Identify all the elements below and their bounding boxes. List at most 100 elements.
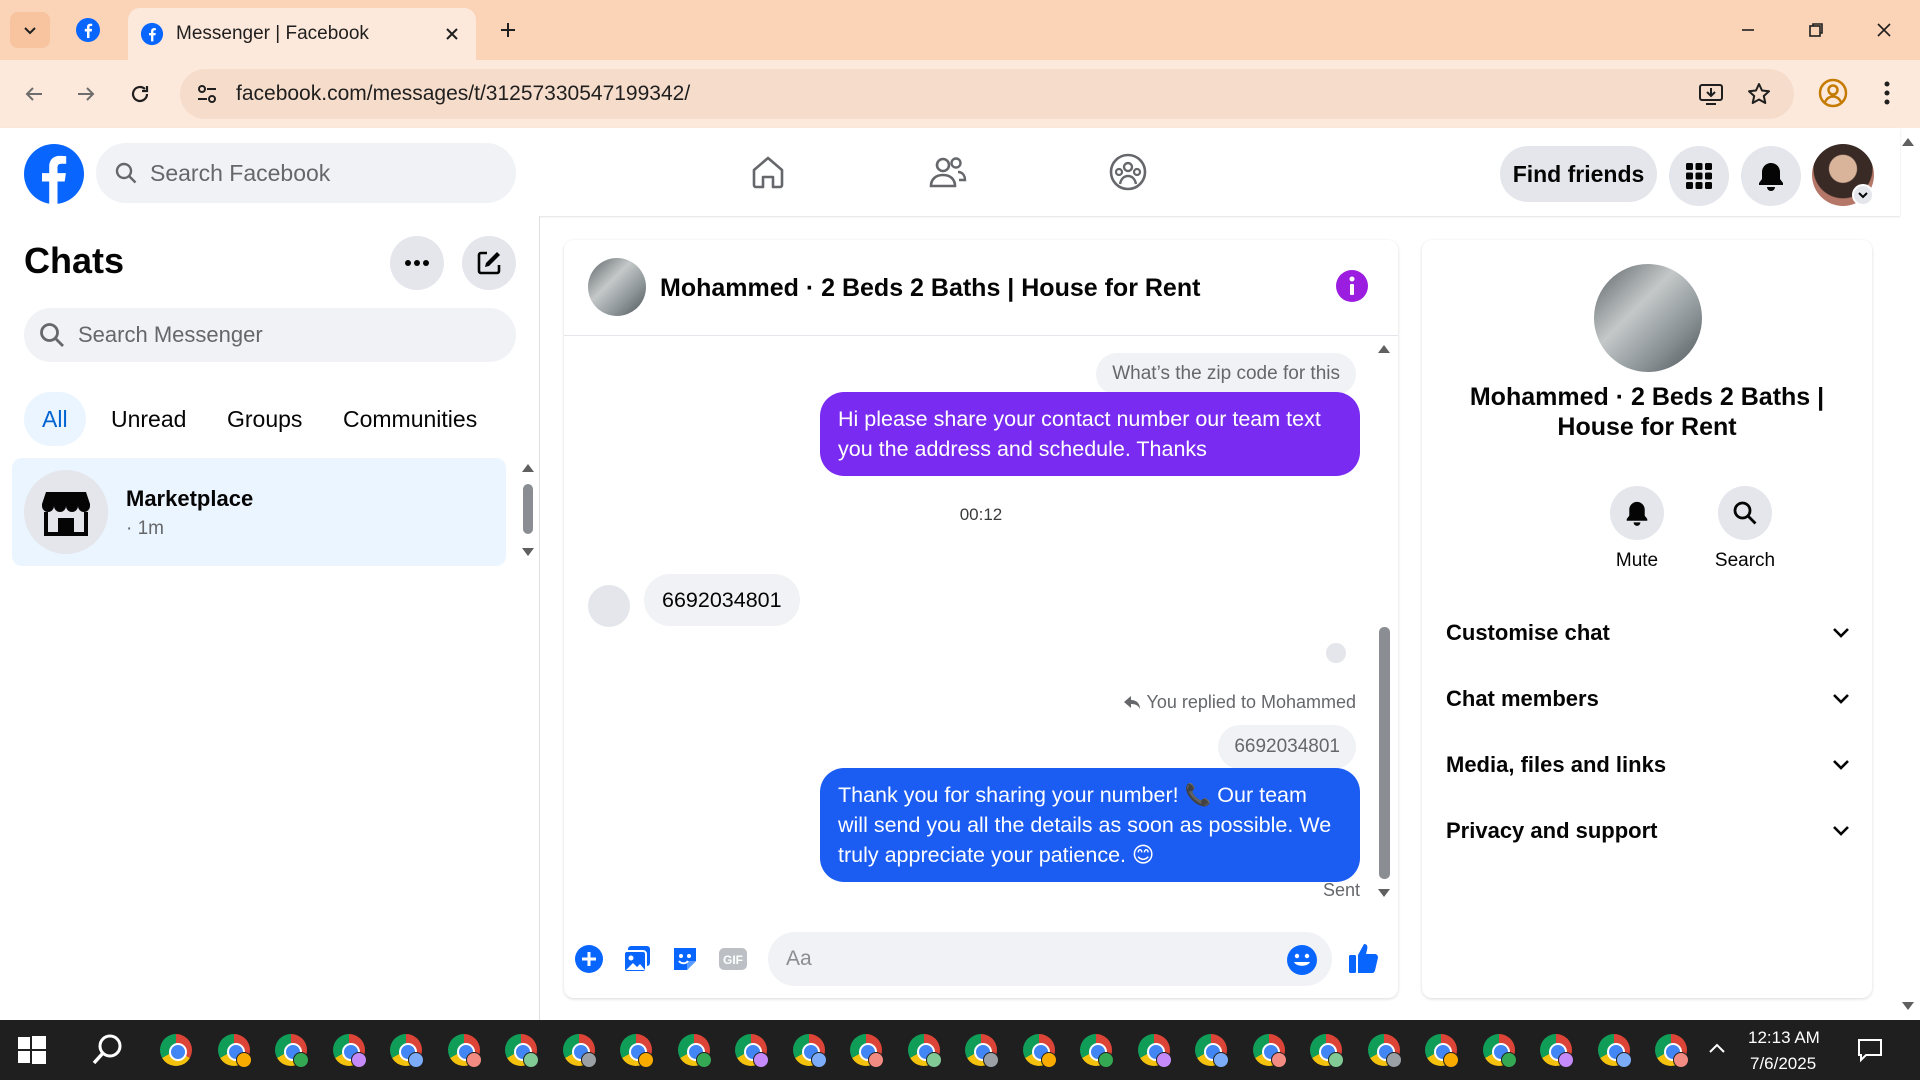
outgoing-message[interactable]: Hi please share your contact number our … <box>820 392 1360 476</box>
taskbar-chrome-window[interactable] <box>271 1030 311 1070</box>
home-nav[interactable] <box>744 148 792 196</box>
install-app-icon[interactable] <box>1698 81 1724 107</box>
scroll-down-arrow-icon[interactable] <box>520 546 536 558</box>
taskbar-chrome-window[interactable] <box>1651 1030 1691 1070</box>
taskbar-chrome-window[interactable] <box>1249 1030 1289 1070</box>
taskbar-chrome-window[interactable] <box>1191 1030 1231 1070</box>
more-actions-button[interactable] <box>572 942 606 976</box>
back-button[interactable] <box>16 76 52 112</box>
taskbar-chrome-window[interactable] <box>329 1030 369 1070</box>
facebook-search-box[interactable]: Search Facebook <box>96 143 516 203</box>
notification-center-icon[interactable] <box>1856 1036 1884 1064</box>
forward-button[interactable] <box>68 76 104 112</box>
chats-options-button[interactable] <box>390 236 444 290</box>
messenger-search-box[interactable]: Search Messenger <box>24 308 516 362</box>
taskbar-chrome-window[interactable] <box>1479 1030 1519 1070</box>
attach-photo-button[interactable] <box>620 942 654 976</box>
conversation-avatar[interactable] <box>588 258 646 316</box>
scroll-down-arrow-icon[interactable] <box>1376 887 1392 899</box>
message-list-scrollbar[interactable] <box>1379 627 1390 879</box>
gif-button[interactable]: GIF <box>716 942 750 976</box>
taskbar-chrome-window[interactable] <box>444 1030 484 1070</box>
reload-button[interactable] <box>122 76 158 112</box>
bookmark-star-icon[interactable] <box>1746 81 1772 107</box>
taskbar-chrome-window[interactable] <box>846 1030 886 1070</box>
scroll-up-arrow-icon[interactable] <box>520 462 536 474</box>
quoted-message-zip[interactable]: What’s the zip code for this <box>1096 353 1356 395</box>
conversation-info-button[interactable] <box>1336 270 1368 302</box>
menu-button[interactable] <box>1669 146 1729 206</box>
tab-search-button[interactable] <box>10 12 50 48</box>
active-tab[interactable]: Messenger | Facebook <box>128 8 476 60</box>
sender-avatar[interactable] <box>588 585 630 627</box>
profile-badge-icon <box>523 1052 539 1068</box>
taskbar-chrome-window[interactable] <box>559 1030 599 1070</box>
filter-unread[interactable]: Unread <box>93 392 204 446</box>
kebab-menu-icon[interactable] <box>1870 76 1904 110</box>
taskbar-chrome-window[interactable] <box>386 1030 426 1070</box>
chat-list-item-marketplace[interactable]: Marketplace · 1m <box>12 458 506 566</box>
taskbar-chrome-window[interactable] <box>156 1030 196 1070</box>
mute-button[interactable]: Mute <box>1592 486 1682 572</box>
details-avatar[interactable] <box>1594 264 1702 372</box>
section-privacy-support[interactable]: Privacy and support <box>1446 806 1850 856</box>
section-customise-chat[interactable]: Customise chat <box>1446 608 1850 658</box>
account-menu-caret[interactable] <box>1852 184 1874 206</box>
taskbar-chrome-window[interactable] <box>1134 1030 1174 1070</box>
restore-button[interactable] <box>1794 10 1838 50</box>
tab-close-button[interactable] <box>438 20 466 48</box>
facebook-logo-icon[interactable] <box>24 144 84 204</box>
taskbar-chrome-window[interactable] <box>1536 1030 1576 1070</box>
taskbar-chrome-window[interactable] <box>1306 1030 1346 1070</box>
sticker-button[interactable] <box>668 942 702 976</box>
address-bar[interactable]: facebook.com/messages/t/3125733054719934… <box>180 69 1794 119</box>
message-input[interactable] <box>768 932 1332 986</box>
chat-list-scrollbar[interactable] <box>523 484 533 534</box>
chrome-profile-icon[interactable] <box>1816 76 1850 110</box>
friends-nav[interactable] <box>924 148 972 196</box>
search-conversation-button[interactable]: Search <box>1700 486 1790 572</box>
page-scroll-down-icon[interactable] <box>1900 1000 1916 1012</box>
windows-start-icon[interactable] <box>16 1034 48 1066</box>
taskbar-chrome-window[interactable] <box>214 1030 254 1070</box>
taskbar-chrome-window[interactable] <box>674 1030 714 1070</box>
new-message-button[interactable] <box>462 236 516 290</box>
profile-badge-icon <box>1500 1052 1517 1068</box>
taskbar-chrome-window[interactable] <box>616 1030 656 1070</box>
minimize-button[interactable] <box>1726 10 1770 50</box>
taskbar-chrome-window[interactable] <box>1019 1030 1059 1070</box>
close-window-button[interactable] <box>1862 10 1906 50</box>
filter-all[interactable]: All <box>24 392 86 446</box>
taskbar-chrome-window[interactable] <box>1594 1030 1634 1070</box>
incoming-message[interactable]: 6692034801 <box>644 574 800 626</box>
quoted-message[interactable]: 6692034801 <box>1218 725 1356 769</box>
emoji-icon[interactable] <box>1286 944 1318 976</box>
tray-chevron-up-icon[interactable] <box>1706 1038 1728 1060</box>
taskbar-chrome-window[interactable] <box>1364 1030 1404 1070</box>
taskbar-chrome-window[interactable] <box>789 1030 829 1070</box>
clock-date[interactable]: 7/6/2025 <box>1750 1054 1816 1074</box>
find-friends-button[interactable]: Find friends <box>1500 146 1657 202</box>
page-scroll-up-icon[interactable] <box>1900 136 1916 148</box>
arrow-right-icon <box>78 87 95 101</box>
clock-time[interactable]: 12:13 AM <box>1748 1028 1820 1048</box>
taskbar-search-icon[interactable] <box>90 1032 126 1068</box>
taskbar-chrome-window[interactable] <box>961 1030 1001 1070</box>
thumbs-up-icon[interactable] <box>1346 940 1382 976</box>
filter-groups[interactable]: Groups <box>209 392 320 446</box>
outgoing-message[interactable]: Thank you for sharing your number! 📞 Our… <box>820 768 1360 882</box>
filter-communities[interactable]: Communities <box>325 392 495 446</box>
taskbar-chrome-window[interactable] <box>731 1030 771 1070</box>
groups-nav[interactable] <box>1104 148 1152 196</box>
notifications-button[interactable] <box>1741 146 1801 206</box>
scroll-up-arrow-icon[interactable] <box>1376 343 1392 355</box>
conversation-title[interactable]: Mohammed · 2 Beds 2 Baths | House for Re… <box>660 274 1200 303</box>
taskbar-chrome-window[interactable] <box>1421 1030 1461 1070</box>
section-chat-members[interactable]: Chat members <box>1446 674 1850 724</box>
section-media-files-links[interactable]: Media, files and links <box>1446 740 1850 790</box>
pinned-tab-facebook[interactable] <box>72 14 104 46</box>
taskbar-chrome-window[interactable] <box>904 1030 944 1070</box>
taskbar-chrome-window[interactable] <box>501 1030 541 1070</box>
taskbar-chrome-window[interactable] <box>1076 1030 1116 1070</box>
new-tab-button[interactable] <box>492 14 524 46</box>
